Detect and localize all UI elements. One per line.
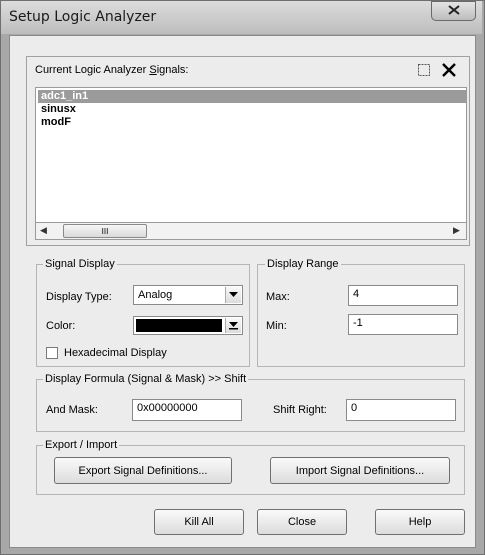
- horizontal-scrollbar[interactable]: ◀ III ▶: [35, 222, 467, 240]
- shift-right-value: 0: [351, 402, 358, 414]
- display-type-label: Display Type:: [46, 291, 112, 303]
- close-label: Close: [287, 516, 317, 528]
- new-signal-icon[interactable]: [415, 61, 433, 79]
- and-mask-input[interactable]: 0x00000000: [132, 399, 242, 421]
- and-mask-value: 0x00000000: [137, 402, 198, 414]
- color-picker[interactable]: [133, 316, 243, 335]
- signal-display-title: Signal Display: [43, 258, 117, 270]
- shift-right-input[interactable]: 0: [346, 399, 456, 421]
- kill-all-label: Kill All: [184, 516, 214, 528]
- close-icon: [447, 4, 460, 18]
- signals-label: Current Logic Analyzer Signals:: [35, 64, 189, 76]
- scroll-thumb-grip: III: [101, 227, 109, 236]
- export-button-label: Export Signal Definitions...: [78, 464, 208, 477]
- window-title: Setup Logic Analyzer: [9, 9, 157, 25]
- display-type-select[interactable]: Analog: [133, 285, 243, 305]
- window-close-button[interactable]: [431, 1, 476, 21]
- scroll-thumb[interactable]: III: [63, 224, 147, 238]
- hex-display-checkbox[interactable]: [46, 347, 58, 359]
- color-dropdown-icon[interactable]: [225, 318, 241, 333]
- min-label: Min:: [266, 320, 287, 332]
- import-button-label: Import Signal Definitions...: [295, 464, 425, 477]
- color-label: Color:: [46, 320, 76, 332]
- color-swatch: [136, 319, 222, 332]
- display-range-title: Display Range: [265, 258, 341, 270]
- signals-list[interactable]: adc1_in1 sinusx modF: [35, 87, 467, 223]
- close-button[interactable]: Close: [257, 509, 347, 535]
- scroll-left-icon[interactable]: ◀: [40, 225, 47, 236]
- display-formula-title: Display Formula (Signal & Mask) >> Shift: [43, 373, 249, 385]
- max-label: Max:: [266, 291, 290, 303]
- export-import-title: Export / Import: [43, 439, 120, 451]
- help-label: Help: [408, 516, 432, 528]
- help-button[interactable]: Help: [375, 509, 465, 535]
- signal-item[interactable]: adc1_in1: [38, 90, 467, 103]
- min-value: -1: [353, 317, 363, 329]
- shift-right-label: Shift Right:: [273, 404, 327, 416]
- min-input[interactable]: -1: [348, 314, 458, 335]
- display-type-value: Analog: [138, 289, 173, 301]
- delete-signal-icon[interactable]: [438, 60, 460, 80]
- signal-item[interactable]: modF: [38, 116, 71, 129]
- hex-display-label: Hexadecimal Display: [64, 347, 167, 359]
- import-signal-definitions-button[interactable]: Import Signal Definitions...: [270, 457, 450, 484]
- dropdown-arrow-icon[interactable]: [225, 287, 241, 303]
- and-mask-label: And Mask:: [46, 404, 98, 416]
- kill-all-button[interactable]: Kill All: [154, 509, 244, 535]
- max-input[interactable]: 4: [348, 285, 458, 306]
- scroll-right-icon[interactable]: ▶: [453, 225, 460, 236]
- signal-item[interactable]: sinusx: [38, 103, 76, 116]
- export-signal-definitions-button[interactable]: Export Signal Definitions...: [54, 457, 232, 484]
- max-value: 4: [353, 288, 360, 300]
